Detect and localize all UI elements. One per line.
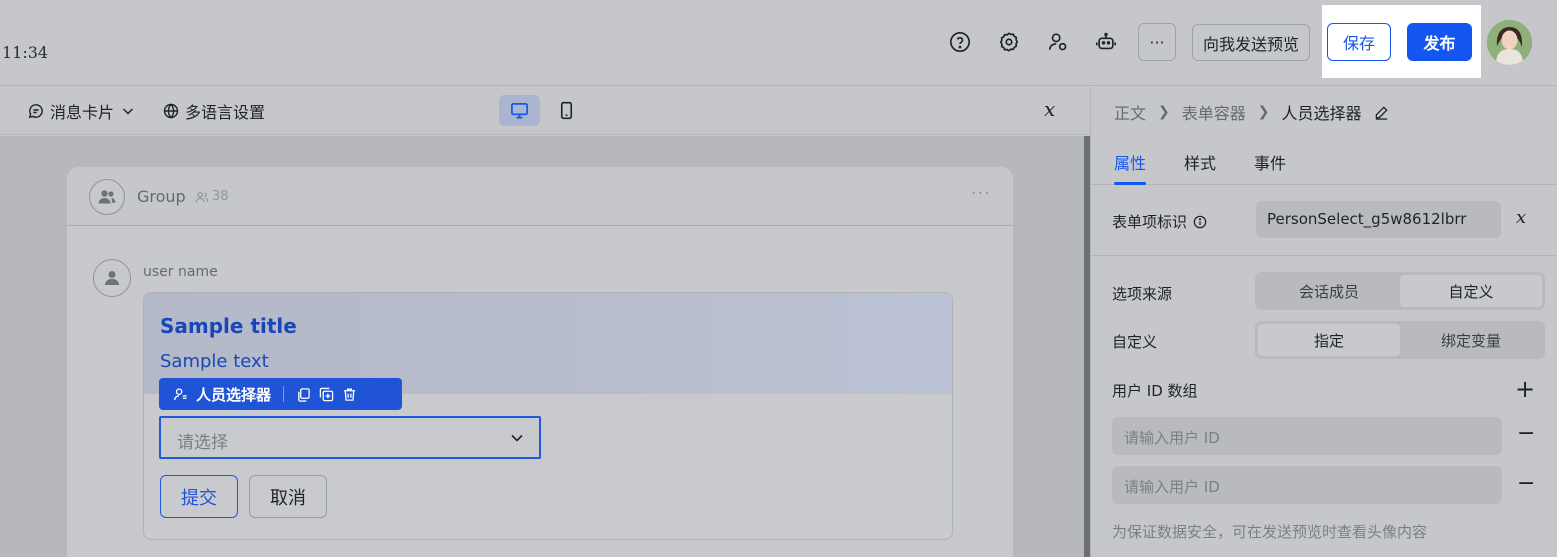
publish-button[interactable]: 发布: [1407, 23, 1472, 61]
source-option-members[interactable]: 会话成员: [1258, 275, 1400, 307]
chat-window: Group 38 ··· user name Sample title Samp…: [67, 167, 1013, 557]
info-icon[interactable]: [1193, 215, 1207, 229]
card-text: Sample text: [160, 351, 269, 372]
cancel-button[interactable]: 取消: [249, 475, 327, 518]
avatar[interactable]: [1487, 20, 1532, 65]
chat-more-icon[interactable]: ···: [971, 183, 991, 204]
custom-option-specify[interactable]: 指定: [1258, 324, 1400, 356]
globe-icon: [163, 103, 179, 119]
variable-fx-icon[interactable]: 𝑥: [1044, 97, 1055, 121]
tab-properties[interactable]: 属性: [1114, 150, 1146, 174]
source-label: 选项来源: [1112, 285, 1173, 303]
sender-name: user name: [143, 264, 218, 280]
tab-events[interactable]: 事件: [1254, 150, 1286, 174]
user-id-input[interactable]: 请输入用户 ID: [1112, 466, 1502, 504]
chevron-right-icon: ❯: [1257, 104, 1270, 120]
custom-segmented-control: 指定 绑定变量: [1255, 321, 1545, 359]
delete-icon[interactable]: [342, 387, 357, 402]
edit-icon[interactable]: [1374, 105, 1389, 120]
mobile-icon: [560, 101, 572, 120]
clock-time: 11:34: [2, 43, 49, 62]
card-title: Sample title: [160, 314, 297, 338]
remove-icon[interactable]: −: [1517, 471, 1535, 496]
form-id-label: 表单项标识: [1112, 211, 1207, 232]
custom-option-bind-variable[interactable]: 绑定变量: [1400, 324, 1542, 356]
person-selector-icon: [174, 387, 187, 400]
tab-styles[interactable]: 样式: [1184, 150, 1216, 174]
desktop-view-toggle[interactable]: [499, 95, 540, 126]
toolbar-divider: [283, 386, 285, 402]
member-count: 38: [195, 189, 229, 204]
duplicate-icon[interactable]: [319, 387, 334, 402]
robot-icon[interactable]: [1092, 28, 1120, 56]
user-id-input[interactable]: 请输入用户 ID: [1112, 417, 1502, 455]
members-icon: [195, 191, 209, 202]
chevron-down-icon: [511, 434, 523, 442]
component-toolbar: 人员选择器: [159, 378, 402, 410]
submit-button[interactable]: 提交: [160, 475, 238, 518]
save-button[interactable]: 保存: [1327, 23, 1391, 61]
desktop-icon: [511, 102, 528, 119]
top-bar: 11:34 ··· 向我发送预览 保存 发布: [0, 0, 1557, 86]
divider: [1091, 255, 1557, 256]
settings-icon[interactable]: [995, 28, 1023, 56]
person-select-input[interactable]: 请选择: [159, 416, 541, 459]
user-icon: [105, 271, 119, 285]
more-button[interactable]: ···: [1138, 23, 1176, 61]
sender-avatar: [93, 259, 131, 297]
form-id-label-text: 表单项标识: [1112, 213, 1188, 231]
active-tab-indicator: [1114, 182, 1146, 185]
source-segmented-control: 会话成员 自定义: [1255, 272, 1545, 310]
member-count-value: 38: [212, 189, 229, 204]
editor-toolbar: 消息卡片 多语言设置 𝑥: [0, 87, 1090, 135]
message-card-dropdown[interactable]: 消息卡片: [28, 99, 136, 123]
group-icon: [98, 190, 116, 204]
source-option-custom[interactable]: 自定义: [1400, 275, 1542, 307]
preview-canvas: Group 38 ··· user name Sample title Samp…: [0, 136, 1084, 557]
panel-tabs: 属性 样式 事件: [1091, 137, 1557, 185]
copy-icon[interactable]: [296, 387, 311, 402]
breadcrumb-item[interactable]: 表单容器: [1182, 100, 1246, 124]
message-card-label: 消息卡片: [50, 103, 115, 122]
breadcrumb-current: 人员选择器: [1281, 104, 1362, 123]
mobile-view-toggle[interactable]: [552, 95, 580, 126]
message-icon: [28, 104, 43, 119]
message-card: Sample title Sample text 人员选择器 请选择 提交 取消: [143, 292, 953, 540]
chevron-right-icon: ❯: [1158, 104, 1170, 120]
breadcrumb: 正文 ❯ 表单容器 ❯ 人员选择器: [1114, 100, 1389, 124]
i18n-settings[interactable]: 多语言设置: [163, 99, 265, 123]
select-placeholder: 请选择: [177, 433, 228, 453]
user-settings-icon[interactable]: [1044, 28, 1072, 56]
properties-panel: 正文 ❯ 表单容器 ❯ 人员选择器 属性 样式 事件 表单项标识 PersonS…: [1090, 87, 1557, 557]
variable-fx-icon[interactable]: 𝑥: [1516, 207, 1526, 228]
remove-icon[interactable]: −: [1517, 421, 1535, 446]
help-icon[interactable]: [946, 28, 974, 56]
breadcrumb-item[interactable]: 正文: [1114, 100, 1146, 124]
chat-header: Group 38 ···: [67, 167, 1013, 226]
i18n-label: 多语言设置: [185, 103, 266, 122]
form-id-input[interactable]: PersonSelect_g5w8612lbrr: [1256, 201, 1501, 238]
group-name: Group: [137, 187, 186, 206]
chevron-down-icon: [122, 108, 134, 115]
group-avatar: [89, 179, 125, 215]
custom-label: 自定义: [1112, 333, 1158, 351]
uid-array-label: 用户 ID 数组: [1112, 382, 1198, 400]
component-tag-label: 人员选择器: [196, 385, 272, 404]
send-preview-button[interactable]: 向我发送预览: [1192, 24, 1310, 61]
add-icon[interactable]: +: [1515, 375, 1535, 403]
security-hint: 为保证数据安全，可在发送预览时查看头像内容: [1112, 523, 1428, 541]
